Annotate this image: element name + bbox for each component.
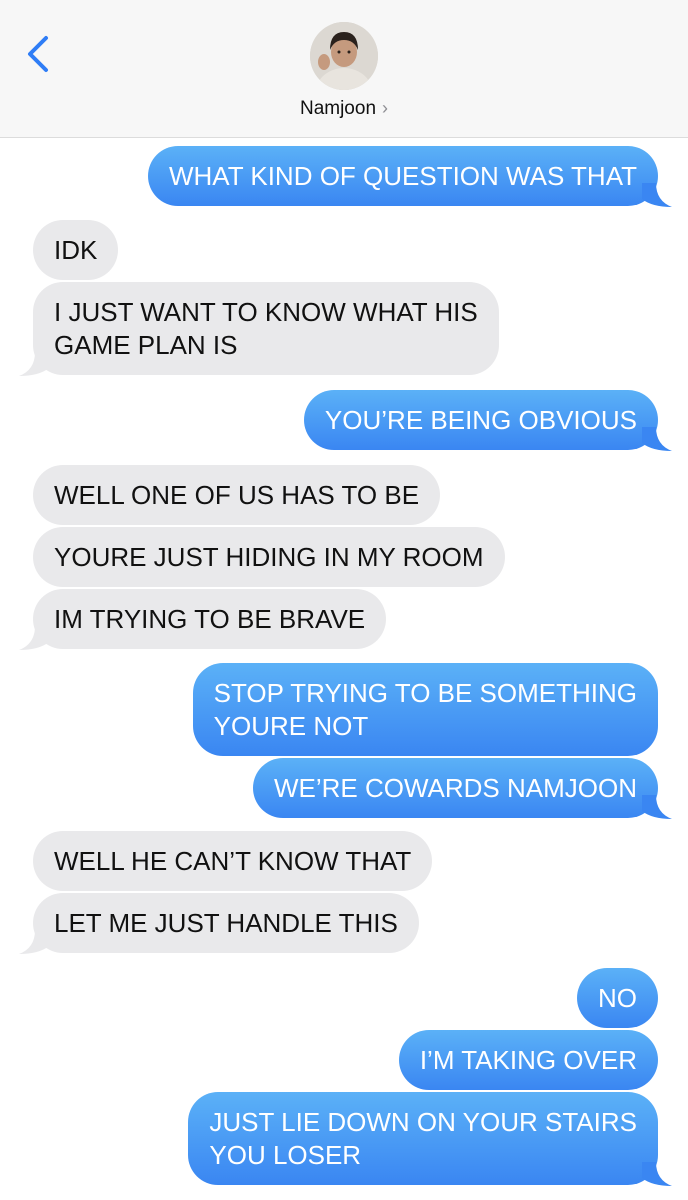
bubble-tail-icon — [19, 930, 49, 954]
received-message-bubble[interactable]: IM TRYING TO BE BRAVE — [19, 589, 387, 650]
contact-name: Namjoon — [299, 98, 377, 119]
bubble-tail-icon — [19, 626, 49, 650]
message-text-line: WE’RE COWARDS NAMJOON — [273, 772, 637, 803]
received-message-bubble[interactable]: WELL HE CAN’T KNOW THAT — [33, 831, 433, 891]
chevron-right-icon: › — [382, 98, 389, 118]
back-chevron-icon[interactable] — [22, 34, 58, 74]
contact-avatar[interactable] — [310, 22, 378, 90]
sent-message-bubble[interactable]: WHAT KIND OF QUESTION WAS THAT — [147, 146, 672, 207]
message-text-line: IDK — [54, 234, 98, 265]
message-text-line: YOU LOSER — [209, 1139, 362, 1170]
conversation-header: Namjoon › — [0, 0, 688, 138]
message-text-line: YOU’RE BEING OBVIOUS — [324, 404, 637, 435]
sent-message-bubble[interactable]: STOP TRYING TO BE SOMETHING YOURE NOT — [192, 663, 658, 756]
bubble-tail-icon — [642, 427, 672, 451]
message-text-line: JUST LIE DOWN ON YOUR STAIRS — [209, 1106, 637, 1137]
message-text-line: WELL ONE OF US HAS TO BE — [54, 479, 420, 510]
message-text-line: GAME PLAN IS — [54, 329, 238, 360]
sent-message-bubble[interactable]: I’M TAKING OVER — [398, 1030, 658, 1090]
received-message-bubble[interactable]: LET ME JUST HANDLE THIS — [19, 893, 419, 954]
message-text-line: YOURE NOT — [213, 710, 369, 741]
message-text-line: LET ME JUST HANDLE THIS — [54, 907, 398, 938]
bubble-tail-icon — [642, 183, 672, 207]
received-message-bubble[interactable]: WELL ONE OF US HAS TO BE — [33, 465, 441, 525]
bubble-tail-icon — [642, 795, 672, 819]
message-text-line: IM TRYING TO BE BRAVE — [54, 603, 366, 634]
bubble-tail-icon — [19, 352, 49, 376]
message-text-line: WHAT KIND OF QUESTION WAS THAT — [168, 160, 637, 191]
message-text-line: I’M TAKING OVER — [419, 1044, 637, 1075]
message-text-line: NO — [598, 982, 637, 1013]
contact-name-button[interactable]: Namjoon › — [0, 98, 688, 120]
bubble-tail-icon — [642, 1162, 672, 1186]
sent-message-bubble[interactable]: WE’RE COWARDS NAMJOON — [252, 758, 672, 819]
message-text-line: YOURE JUST HIDING IN MY ROOM — [54, 541, 484, 572]
sent-message-bubble[interactable]: NO — [577, 968, 658, 1028]
message-text-line: STOP TRYING TO BE SOMETHING — [213, 677, 637, 708]
sent-message-bubble[interactable]: JUST LIE DOWN ON YOUR STAIRS YOU LOSER — [188, 1092, 672, 1186]
message-text-line: I JUST WANT TO KNOW WHAT HIS — [54, 296, 478, 327]
received-message-bubble[interactable]: I JUST WANT TO KNOW WHAT HIS GAME PLAN IS — [19, 282, 499, 376]
sent-message-bubble[interactable]: YOU’RE BEING OBVIOUS — [303, 390, 672, 451]
received-message-bubble[interactable]: YOURE JUST HIDING IN MY ROOM — [33, 527, 505, 587]
message-text-line: WELL HE CAN’T KNOW THAT — [54, 845, 412, 876]
received-message-bubble[interactable]: IDK — [33, 220, 119, 280]
